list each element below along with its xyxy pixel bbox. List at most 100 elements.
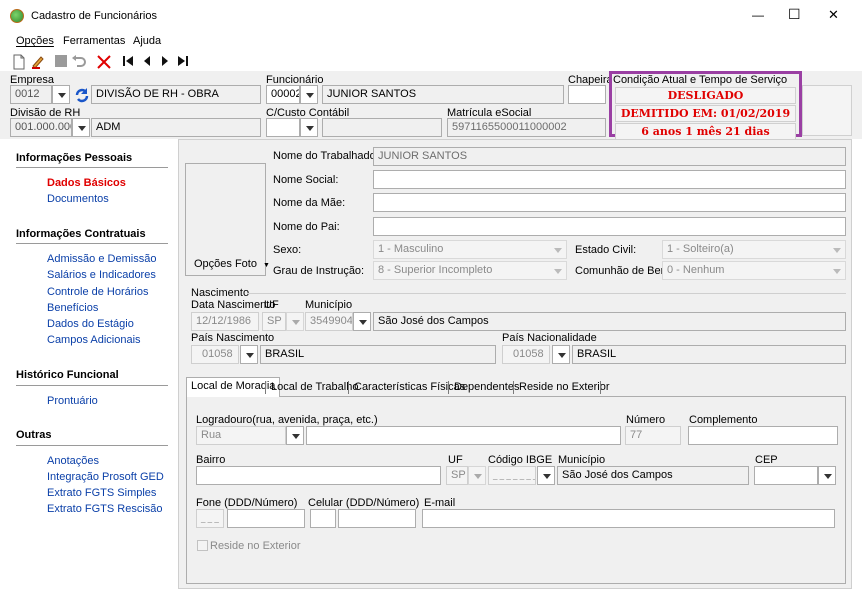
ibge-field[interactable]: _ _ _ _ _ _ _ — [488, 466, 536, 485]
menu-ferramentas[interactable]: Ferramentas — [63, 35, 125, 47]
bairro-field[interactable] — [196, 466, 441, 485]
instrucao-select[interactable]: 8 - Superior Incompleto — [373, 261, 567, 280]
chevron-down-icon — [829, 241, 845, 258]
menu-ajuda[interactable]: Ajuda — [133, 35, 161, 47]
sidebar-item-prosoft-ged[interactable]: Integração Prosoft GED — [47, 471, 164, 483]
nascimento-group-label: Nascimento — [191, 287, 250, 299]
pais-nasc-code-field[interactable]: 01058 — [191, 345, 239, 364]
ccusto-code-field[interactable] — [266, 118, 300, 137]
civil-select[interactable]: 1 - Solteiro(a) — [662, 240, 846, 259]
sidebar-item-prontuario[interactable]: Prontuário — [47, 395, 98, 407]
sidebar-item-fgts-simples[interactable]: Extrato FGTS Simples — [47, 487, 156, 499]
funcionario-name-field: JUNIOR SANTOS — [322, 85, 564, 104]
sidebar-item-anotacoes[interactable]: Anotações — [47, 455, 99, 467]
close-button[interactable]: ✕ — [828, 7, 839, 23]
reside-exterior-checkbox[interactable] — [197, 540, 208, 551]
email-field[interactable] — [422, 509, 835, 528]
sidebar-item-admissao[interactable]: Admissão e Demissão — [47, 253, 156, 265]
cep-label: CEP — [755, 454, 778, 466]
instrucao-value: 8 - Superior Incompleto — [378, 264, 493, 276]
bens-label: Comunhão de Bens: — [575, 265, 676, 277]
logradouro-label: Logradouro(rua, avenida, praça, etc.) — [196, 414, 378, 426]
maximize-button[interactable]: ☐ — [788, 6, 801, 23]
tab-separator — [600, 381, 601, 394]
edit-icon[interactable] — [30, 54, 46, 70]
refresh-company-icon[interactable] — [74, 87, 90, 106]
sidebar-item-dados-basicos[interactable]: Dados Básicos — [47, 177, 126, 189]
cep-field[interactable] — [754, 466, 818, 485]
municipio-nasc-code-field[interactable]: 3549904 — [305, 312, 353, 331]
title-bar: Cadastro de Funcionários — ☐ ✕ — [0, 0, 862, 31]
ccusto-dropdown[interactable] — [300, 118, 318, 137]
sidebar-divider — [16, 445, 168, 446]
pais-nasc-dropdown[interactable] — [240, 345, 258, 364]
celular-ddd-field[interactable] — [310, 509, 336, 528]
menu-opcoes[interactable]: Opções — [16, 35, 54, 47]
next-record-icon[interactable] — [160, 54, 176, 70]
photo-options-button[interactable]: Opções Foto ▼ — [194, 258, 270, 270]
fone-number-field[interactable] — [227, 509, 305, 528]
logradouro-type-dropdown[interactable] — [286, 426, 304, 445]
municipio-moradia-label: Município — [558, 454, 606, 466]
pai-field[interactable] — [373, 217, 846, 236]
empresa-dropdown[interactable] — [52, 85, 70, 104]
divisao-dropdown[interactable] — [72, 118, 90, 137]
municipio-nasc-dropdown[interactable] — [353, 312, 371, 331]
pais-nac-name-field: BRASIL — [572, 345, 846, 364]
minimize-button[interactable]: — — [752, 8, 764, 22]
delete-icon[interactable] — [96, 54, 112, 70]
nome-field: JUNIOR SANTOS — [373, 147, 846, 166]
celular-number-field[interactable] — [338, 509, 416, 528]
sidebar-section-contractual: Informações Contratuais — [16, 228, 146, 240]
email-label: E-mail — [424, 497, 456, 509]
pais-nac-dropdown[interactable] — [552, 345, 570, 364]
fone-ddd-field[interactable]: _ _ _ — [196, 509, 224, 528]
celular-label: Celular (DDD/Número) — [308, 497, 420, 509]
mae-field[interactable] — [373, 193, 846, 212]
tab-reside-exterior[interactable]: Reside no Exterior — [515, 379, 614, 397]
sidebar-item-estagio[interactable]: Dados do Estágio — [47, 318, 134, 330]
sidebar-item-fgts-rescisao[interactable]: Extrato FGTS Rescisão — [47, 503, 163, 515]
status-tenure: 6 anos 1 mês 21 dias — [615, 123, 796, 140]
complemento-label: Complemento — [689, 414, 758, 426]
sidebar-item-salarios[interactable]: Salários e Indicadores — [47, 269, 156, 281]
previous-record-icon[interactable] — [142, 54, 158, 70]
divisao-code-field[interactable]: 001.000.000 — [10, 118, 72, 137]
complemento-field[interactable] — [688, 426, 838, 445]
sexo-value: 1 - Masculino — [378, 243, 444, 255]
data-nasc-field[interactable]: 12/12/1986 — [191, 312, 259, 331]
cep-dropdown[interactable] — [818, 466, 836, 485]
tab-separator — [448, 381, 449, 394]
bens-select[interactable]: 0 - Nenhum — [662, 261, 846, 280]
social-field[interactable] — [373, 170, 846, 189]
uf-moradia-field[interactable]: SP — [446, 466, 468, 485]
sidebar-item-beneficios[interactable]: Benefícios — [47, 302, 98, 314]
first-record-icon[interactable] — [122, 54, 138, 70]
sidebar-item-campos-adicionais[interactable]: Campos Adicionais — [47, 334, 141, 346]
pai-label: Nome do Pai: — [273, 221, 340, 233]
last-record-icon[interactable] — [177, 54, 193, 70]
logradouro-type-field[interactable]: Rua — [196, 426, 286, 445]
new-document-icon[interactable] — [12, 54, 28, 70]
sexo-select[interactable]: 1 - Masculino — [373, 240, 567, 259]
undo-icon[interactable] — [71, 54, 87, 70]
uf-nasc-dropdown[interactable] — [286, 312, 304, 331]
empresa-code-field[interactable]: 0012 — [10, 85, 52, 104]
save-icon[interactable] — [54, 54, 70, 70]
window-title: Cadastro de Funcionários — [31, 10, 157, 22]
sidebar-item-documentos[interactable]: Documentos — [47, 193, 109, 205]
ibge-label: Código IBGE — [488, 454, 553, 466]
status-label: Condição Atual e Tempo de Serviço — [613, 74, 788, 86]
funcionario-code-field[interactable]: 00002 — [266, 85, 300, 104]
uf-moradia-dropdown[interactable] — [468, 466, 486, 485]
chapeira-field[interactable] — [568, 85, 606, 104]
ibge-dropdown[interactable] — [537, 466, 555, 485]
uf-nasc-field[interactable]: SP — [262, 312, 286, 331]
numero-field[interactable]: 77 — [625, 426, 681, 445]
sidebar-section-historico: Histórico Funcional — [16, 369, 119, 381]
logradouro-field[interactable] — [306, 426, 621, 445]
social-label: Nome Social: — [273, 174, 339, 186]
pais-nac-code-field[interactable]: 01058 — [502, 345, 550, 364]
sidebar-item-horarios[interactable]: Controle de Horários — [47, 286, 149, 298]
funcionario-dropdown[interactable] — [300, 85, 318, 104]
